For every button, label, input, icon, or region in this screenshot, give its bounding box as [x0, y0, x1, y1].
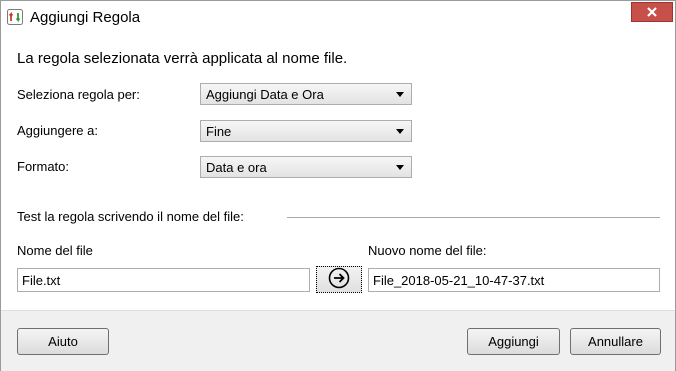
append-to-label: Aggiungere a: — [17, 123, 98, 138]
arrow-right-circle-icon — [328, 267, 350, 292]
add-rule-icon — [7, 9, 23, 25]
dialog-content: La regola selezionata verrà applicata al… — [1, 32, 675, 310]
add-button[interactable]: Aggiungi — [467, 328, 560, 355]
dropdown-arrow-icon — [396, 165, 404, 170]
close-icon — [646, 5, 658, 20]
test-section-label: Test la regola scrivendo il nome del fil… — [17, 209, 244, 224]
new-filename-label: Nuovo nome del file: — [368, 243, 487, 258]
dropdown-arrow-icon — [396, 92, 404, 97]
select-rule-value: Aggiungi Data e Ora — [206, 87, 324, 102]
filename-input-value: File.txt — [22, 273, 61, 288]
test-convert-button[interactable] — [316, 266, 362, 293]
new-filename-output: File_2018-05-21_10-47-37.txt — [368, 268, 660, 292]
help-button[interactable]: Aiuto — [17, 328, 109, 355]
format-label: Formato: — [17, 159, 70, 174]
description-text: La regola selezionata verrà applicata al… — [17, 50, 348, 67]
add-rule-dialog: Aggiungi Regola La regola selezionata ve… — [0, 0, 676, 371]
filename-label: Nome del file — [17, 243, 93, 258]
close-button[interactable] — [631, 2, 673, 22]
cancel-button[interactable]: Annullare — [570, 328, 661, 355]
window-title: Aggiungi Regola — [30, 9, 141, 26]
new-filename-value: File_2018-05-21_10-47-37.txt — [373, 273, 545, 288]
section-divider — [287, 217, 660, 219]
select-rule-dropdown[interactable]: Aggiungi Data e Ora — [200, 83, 412, 105]
select-rule-label: Seleziona regola per: — [17, 87, 140, 102]
filename-input[interactable]: File.txt — [17, 268, 310, 292]
format-dropdown[interactable]: Data e ora — [200, 156, 412, 178]
append-to-dropdown[interactable]: Fine — [200, 120, 412, 142]
append-to-value: Fine — [206, 124, 232, 139]
title-bar: Aggiungi Regola — [1, 1, 675, 32]
dialog-footer: Aiuto Aggiungi Annullare — [1, 310, 675, 371]
format-value: Data e ora — [206, 160, 267, 175]
dropdown-arrow-icon — [396, 129, 404, 134]
